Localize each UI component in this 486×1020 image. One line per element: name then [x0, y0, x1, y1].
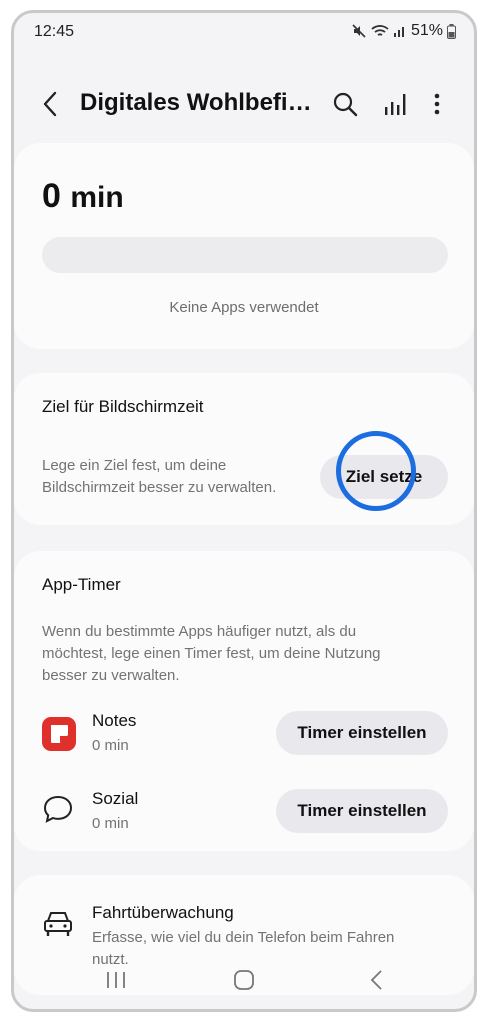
car-icon [44, 912, 72, 936]
nav-back-icon[interactable] [366, 969, 388, 991]
app-timer-card: App-Timer Wenn du bestimmte Apps häufige… [14, 551, 474, 851]
no-apps-text: Keine Apps verwendet [169, 299, 319, 316]
goal-description: Lege ein Ziel fest, um deine Bildschirmz… [42, 457, 277, 496]
app-usage-time: 0 min [92, 737, 129, 754]
app-usage-time: 0 min [92, 815, 129, 832]
driving-title: Fahrtüberwachung [92, 903, 234, 922]
app-name: Sozial [92, 789, 139, 808]
signal-icon [393, 27, 404, 37]
more-options-icon[interactable] [424, 91, 450, 117]
system-nav-bar [14, 949, 474, 1009]
page-title: Digitales Wohlbefi… [80, 89, 312, 116]
phone-screen: 12:45 51% Digitales Wohlbefi… 0 min Kein… [11, 10, 477, 1012]
app-bar: Digitales Wohlbefi… [14, 83, 474, 127]
goal-title: Ziel für Bildschirmzeit [42, 397, 204, 416]
mute-icon [352, 24, 366, 38]
status-time: 12:45 [34, 23, 75, 40]
status-bar: 12:45 51% [14, 13, 474, 51]
bar-chart-icon[interactable] [382, 91, 408, 117]
screen-time-total: 0 min [42, 177, 124, 215]
home-icon[interactable] [233, 969, 255, 991]
usage-bar [42, 237, 448, 273]
battery-percent: 51% [410, 22, 443, 39]
app-timer-description: Wenn du bestimmte Apps häufiger nutzt, a… [42, 623, 381, 684]
tap-highlight-ring [336, 431, 416, 511]
app-timer-title: App-Timer [42, 575, 121, 594]
set-timer-button-sozial[interactable]: Timer einstellen [276, 789, 448, 833]
app-name: Notes [92, 711, 137, 730]
search-icon[interactable] [332, 91, 358, 117]
wifi-icon [371, 25, 389, 36]
set-timer-button-notes[interactable]: Timer einstellen [276, 711, 448, 755]
battery-icon [447, 23, 456, 39]
chat-bubble-icon [43, 795, 73, 823]
back-arrow-icon[interactable] [38, 91, 64, 117]
notes-app-icon [42, 717, 76, 751]
screen-time-card: 0 min Keine Apps verwendet [14, 143, 474, 349]
recent-apps-icon[interactable] [104, 969, 128, 991]
